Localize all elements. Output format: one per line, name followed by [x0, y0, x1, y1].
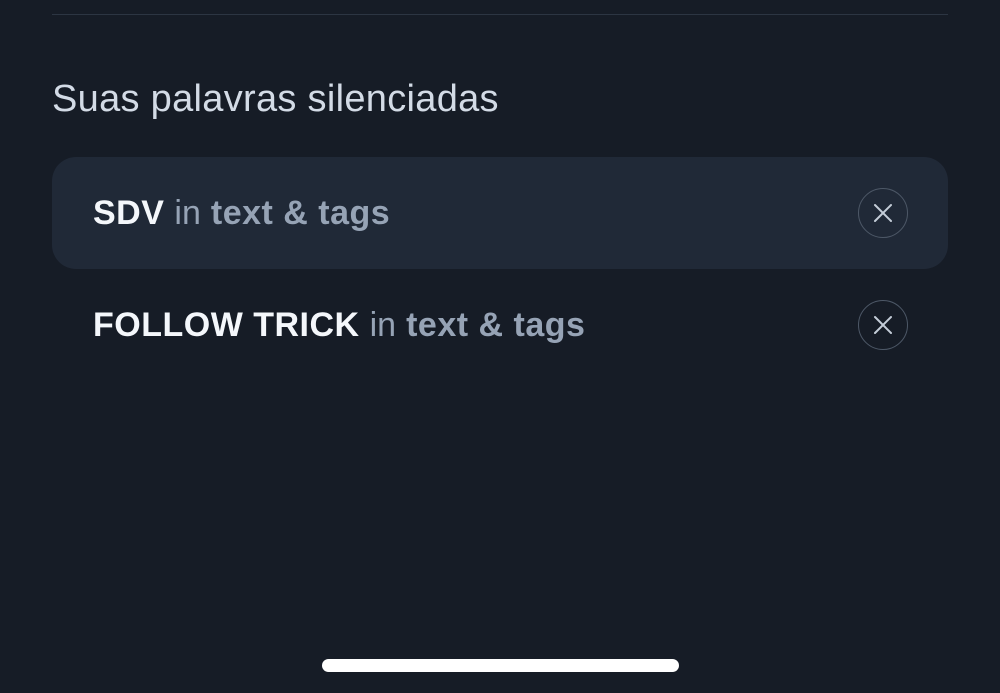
remove-muted-word-button[interactable] — [858, 300, 908, 350]
home-indicator — [322, 659, 679, 672]
muted-word-row: SDV in text & tags — [52, 157, 948, 269]
remove-muted-word-button[interactable] — [858, 188, 908, 238]
in-label: in — [174, 193, 201, 232]
muted-word-text: FOLLOW TRICK in text & tags — [93, 306, 585, 345]
muted-words-screen: Suas palavras silenciadas SDV in text & ta… — [0, 0, 1000, 693]
in-label: in — [369, 305, 397, 344]
top-divider — [52, 14, 948, 15]
close-icon — [874, 204, 892, 222]
close-icon — [874, 316, 892, 334]
mute-scope: text & tags — [406, 305, 586, 344]
muted-word: SDV — [93, 193, 165, 232]
section-title: Suas palavras silenciadas — [52, 78, 499, 120]
muted-word-row: FOLLOW TRICK in text & tags — [52, 269, 948, 381]
muted-word-text: SDV in text & tags — [93, 194, 390, 233]
muted-word: FOLLOW TRICK — [93, 305, 360, 344]
mute-scope: text & tags — [210, 193, 391, 232]
muted-words-list: SDV in text & tags FOLLOW TRICK in text & ta… — [52, 157, 948, 381]
